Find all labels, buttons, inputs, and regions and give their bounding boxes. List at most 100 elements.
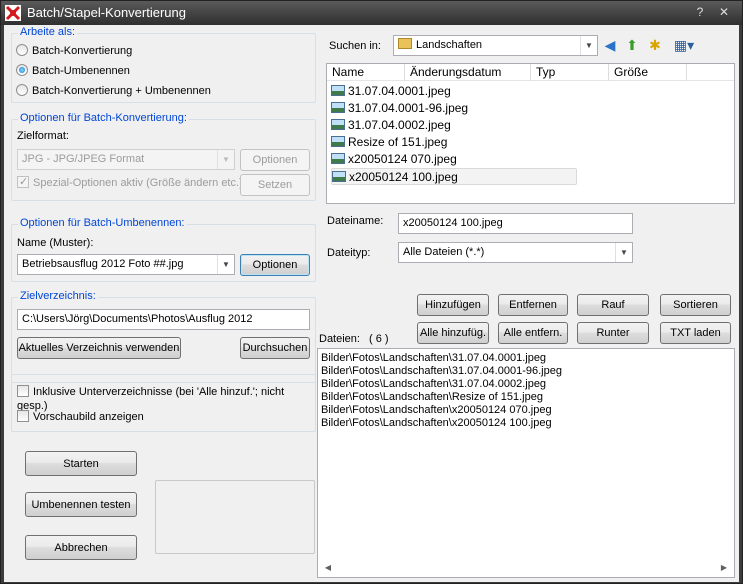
folder-icon xyxy=(398,38,412,49)
dateityp-select[interactable]: Alle Dateien (*.*) ▼ xyxy=(398,242,633,263)
image-file-icon xyxy=(331,136,345,147)
scroll-left-icon[interactable]: ◀ xyxy=(320,560,336,576)
list-item[interactable]: Bilder\Fotos\Landschaften\31.07.04.0001-… xyxy=(321,365,562,378)
file-name: Resize of 151.jpeg xyxy=(348,135,448,149)
file-name: 31.07.04.0001.jpeg xyxy=(348,84,451,98)
file-browser-list[interactable]: Name Änderungsdatum Typ Größe 31.07.04.0… xyxy=(326,63,735,204)
spezial-label: Spezial-Optionen aktiv (Größe ändern etc… xyxy=(33,177,243,189)
app-logo-icon xyxy=(5,5,21,21)
radio-konvertierung-umbenennen[interactable]: Batch-Konvertierung + Umbenennen xyxy=(16,84,211,100)
start-button[interactable]: Starten xyxy=(25,451,137,476)
file-item[interactable]: 31.07.04.0002.jpeg xyxy=(331,117,451,134)
up-folder-icon[interactable]: ⬆ xyxy=(623,36,641,54)
dateityp-value: Alle Dateien (*.*) xyxy=(403,246,485,258)
chevron-down-icon[interactable]: ▼ xyxy=(580,36,597,55)
close-icon[interactable]: ✕ xyxy=(715,4,733,20)
test-rename-button[interactable]: Umbenennen testen xyxy=(25,492,137,517)
checkbox-box[interactable] xyxy=(17,175,29,189)
file-name: x20050124 070.jpeg xyxy=(348,152,457,166)
dateiname-label: Dateiname: xyxy=(327,215,384,227)
load-txt-button[interactable]: TXT laden xyxy=(660,322,731,344)
folder-select[interactable]: Landschaften ▼ xyxy=(393,35,598,56)
name-muster-combo[interactable]: Betriebsausflug 2012 Foto ##.jpg ▼ xyxy=(17,254,235,275)
zielverzeichnis-legend: Zielverzeichnis: xyxy=(18,290,98,302)
radio-label: Batch-Konvertierung xyxy=(32,45,133,57)
help-icon[interactable]: ? xyxy=(691,4,709,20)
umbenennen-group: Optionen für Batch-Umbenennen: Name (Mus… xyxy=(11,217,316,282)
checkbox-box[interactable] xyxy=(17,410,29,422)
move-down-button[interactable]: Runter xyxy=(577,322,649,344)
file-item[interactable]: 31.07.04.0001.jpeg xyxy=(331,83,451,100)
list-item[interactable]: Bilder\Fotos\Landschaften\31.07.04.0001.… xyxy=(321,352,546,365)
image-file-icon xyxy=(331,102,345,113)
zielformat-value: JPG - JPG/JPEG Format xyxy=(22,153,145,165)
remove-button[interactable]: Entfernen xyxy=(498,294,568,316)
image-file-icon xyxy=(331,119,345,130)
umbenennen-optionen-button[interactable]: Optionen xyxy=(240,254,310,276)
back-icon[interactable]: ◀ xyxy=(601,36,619,54)
chevron-down-icon[interactable]: ▼ xyxy=(217,255,234,274)
konvertierung-legend: Optionen für Batch-Konvertierung: xyxy=(18,112,189,124)
preview-box xyxy=(155,480,315,554)
view-menu-icon[interactable]: ▦▾ xyxy=(671,36,697,54)
new-folder-icon[interactable]: ✱ xyxy=(646,36,664,54)
window-title: Batch/Stapel-Konvertierung xyxy=(27,5,186,20)
radio-circle[interactable] xyxy=(16,84,28,96)
file-item[interactable]: 31.07.04.0001-96.jpeg xyxy=(331,100,468,117)
zielverzeichnis-input[interactable]: C:\Users\Jörg\Documents\Photos\Ausflug 2… xyxy=(17,309,310,330)
scroll-right-icon[interactable]: ▶ xyxy=(716,560,732,576)
file-name: 31.07.04.0001-96.jpeg xyxy=(348,101,469,115)
dateien-list[interactable]: Bilder\Fotos\Landschaften\31.07.04.0001.… xyxy=(317,348,735,578)
column-name[interactable]: Name xyxy=(327,64,405,81)
title-bar[interactable]: Batch/Stapel-Konvertierung ? ✕ xyxy=(1,1,742,25)
sort-button[interactable]: Sortieren xyxy=(660,294,731,316)
dialog-client-area: Arbeite als: Batch-Konvertierung Batch-U… xyxy=(4,25,739,582)
radio-circle[interactable] xyxy=(16,44,28,56)
file-item-selected[interactable]: x20050124 100.jpeg xyxy=(331,168,577,185)
setzen-button[interactable]: Setzen xyxy=(240,174,310,196)
chevron-down-icon[interactable]: ▼ xyxy=(615,243,632,262)
list-item[interactable]: Bilder\Fotos\Landschaften\x20050124 100.… xyxy=(321,417,552,430)
list-item[interactable]: Bilder\Fotos\Landschaften\x20050124 070.… xyxy=(321,404,552,417)
list-item[interactable]: Bilder\Fotos\Landschaften\Resize of 151.… xyxy=(321,391,543,404)
name-muster-value: Betriebsausflug 2012 Foto ##.jpg xyxy=(22,258,184,270)
column-date[interactable]: Änderungsdatum xyxy=(405,64,531,81)
extra-options-group: Inklusive Unterverzeichnisse (bei 'Alle … xyxy=(11,374,316,432)
file-name: 31.07.04.0002.jpeg xyxy=(348,118,451,132)
dateien-label: Dateien: xyxy=(319,333,360,345)
dateiname-input[interactable]: x20050124 100.jpeg xyxy=(398,213,633,234)
add-all-button[interactable]: Alle hinzufüg. xyxy=(417,322,489,344)
radio-label: Batch-Umbenennen xyxy=(32,65,130,77)
batch-dialog-window: Batch/Stapel-Konvertierung ? ✕ Arbeite a… xyxy=(0,0,743,584)
image-file-icon xyxy=(331,85,345,96)
column-header-row: Name Änderungsdatum Typ Größe xyxy=(327,64,734,81)
zielformat-select[interactable]: JPG - JPG/JPEG Format ▼ xyxy=(17,149,235,170)
browse-button[interactable]: Durchsuchen xyxy=(240,337,310,359)
remove-all-button[interactable]: Alle entfern. xyxy=(498,322,568,344)
image-file-icon xyxy=(332,171,346,182)
preview-label: Vorschaubild anzeigen xyxy=(33,411,144,423)
file-name: x20050124 100.jpeg xyxy=(349,170,458,184)
current-directory-button[interactable]: Aktuelles Verzeichnis verwenden xyxy=(17,337,181,359)
move-up-button[interactable]: Rauf xyxy=(577,294,649,316)
file-item[interactable]: Resize of 151.jpeg xyxy=(331,134,447,151)
radio-batch-konvertierung[interactable]: Batch-Konvertierung xyxy=(16,44,132,60)
radio-circle-selected[interactable] xyxy=(16,64,28,76)
konvertierung-optionen-button[interactable]: Optionen xyxy=(240,149,310,171)
radio-batch-umbenennen[interactable]: Batch-Umbenennen xyxy=(16,64,130,80)
dateien-count: ( 6 ) xyxy=(369,333,389,345)
preview-checkbox[interactable]: Vorschaubild anzeigen xyxy=(17,410,144,426)
column-type[interactable]: Typ xyxy=(531,64,609,81)
cancel-button[interactable]: Abbrechen xyxy=(25,535,137,560)
radio-label: Batch-Konvertierung + Umbenennen xyxy=(32,85,211,97)
checkbox-box[interactable] xyxy=(17,385,29,397)
list-item[interactable]: Bilder\Fotos\Landschaften\31.07.04.0002.… xyxy=(321,378,546,391)
dateityp-label: Dateityp: xyxy=(327,247,371,259)
spezial-options-checkbox[interactable]: Spezial-Optionen aktiv (Größe ändern etc… xyxy=(17,175,243,192)
image-file-icon xyxy=(331,153,345,164)
add-button[interactable]: Hinzufügen xyxy=(417,294,489,316)
column-size[interactable]: Größe xyxy=(609,64,687,81)
chevron-down-icon: ▼ xyxy=(217,150,234,169)
file-item[interactable]: x20050124 070.jpeg xyxy=(331,151,457,168)
subdirs-checkbox[interactable]: Inklusive Unterverzeichnisse (bei 'Alle … xyxy=(17,385,315,412)
